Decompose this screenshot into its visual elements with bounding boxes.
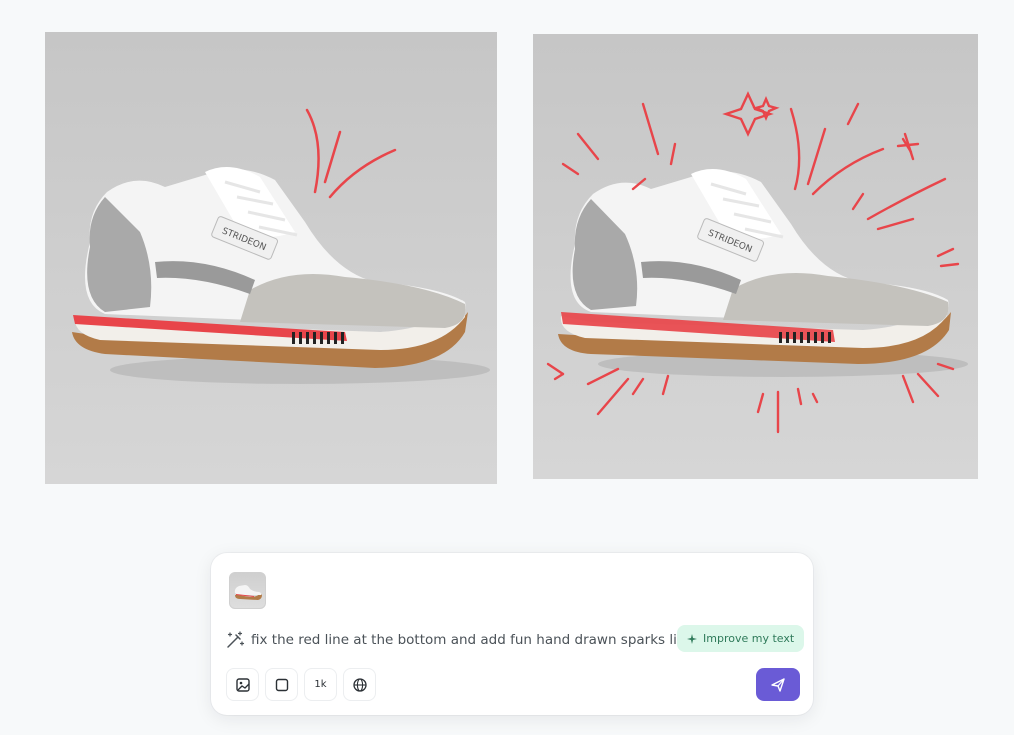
prompt-input[interactable]: fix the red line at the bottom and add f… xyxy=(251,630,681,650)
resolution-button[interactable]: 1k xyxy=(304,668,337,701)
prompt-composer: fix the red line at the bottom and add f… xyxy=(211,553,813,715)
language-button[interactable] xyxy=(343,668,376,701)
page: STRIDEON STRIDEON fix the red line at th… xyxy=(0,0,1014,735)
image-icon xyxy=(235,677,250,692)
sparkle-icon xyxy=(687,633,697,644)
send-button[interactable] xyxy=(756,668,800,701)
resolution-label: 1k xyxy=(314,679,327,690)
original-shoe-illustration: STRIDEON xyxy=(72,108,490,384)
globe-icon xyxy=(352,677,367,692)
aspect-ratio-button[interactable] xyxy=(265,668,298,701)
edited-image: STRIDEON xyxy=(533,34,978,479)
attachment-thumbnail[interactable] xyxy=(229,572,266,609)
improve-text-label: Improve my text xyxy=(703,632,795,645)
original-image: STRIDEON xyxy=(45,32,497,484)
improve-text-button[interactable]: Improve my text xyxy=(677,625,805,652)
original-sparks xyxy=(305,108,397,199)
magic-wand-icon xyxy=(227,631,245,648)
send-icon xyxy=(771,677,785,692)
prompt-row: fix the red line at the bottom and add f… xyxy=(225,625,805,655)
attachment-shoe-preview xyxy=(234,585,262,600)
image-tool-button[interactable] xyxy=(226,668,259,701)
edited-shoe-illustration: STRIDEON xyxy=(546,91,968,434)
square-icon xyxy=(275,678,288,691)
